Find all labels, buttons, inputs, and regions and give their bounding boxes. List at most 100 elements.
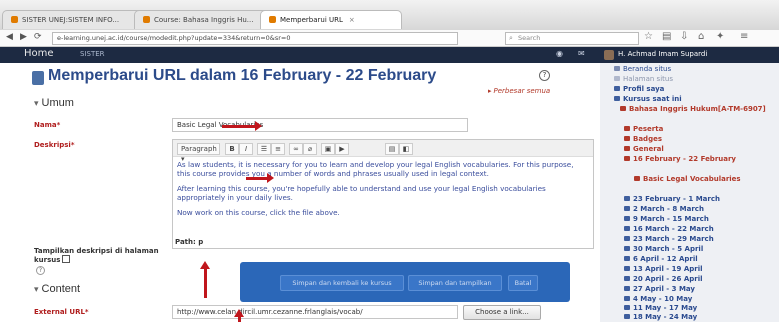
folder-icon: [624, 256, 630, 261]
expand-all-link[interactable]: ▸ Perbesar semua: [488, 87, 550, 95]
form-action-bar: Simpan dan kembali ke kursus Simpan dan …: [240, 262, 570, 302]
show-description-checkbox[interactable]: [62, 255, 71, 263]
folder-icon: [624, 126, 630, 131]
image-button[interactable]: ▣: [321, 143, 335, 155]
sidebar-item-participants[interactable]: Peserta: [624, 125, 663, 133]
folder-icon: [624, 246, 630, 251]
folder-icon: [624, 236, 630, 241]
section-content-toggle[interactable]: ▾ Content: [34, 283, 80, 295]
menu-icon[interactable]: ≡: [740, 31, 748, 42]
sidebar-item-week[interactable]: 20 April - 26 April: [624, 275, 703, 283]
file-button[interactable]: ▤: [385, 143, 399, 155]
star-icon[interactable]: ☆: [644, 31, 653, 42]
sidebar-item-week[interactable]: 16 March - 22 March: [624, 225, 714, 233]
sidebar-item-week[interactable]: 18 May - 24 May: [624, 313, 697, 321]
italic-button[interactable]: I: [239, 143, 253, 155]
download-icon[interactable]: ⇩: [680, 31, 688, 42]
external-url-label: External URL*: [34, 308, 89, 316]
annotation-arrow: [200, 261, 210, 298]
media-button[interactable]: ▶: [335, 143, 349, 155]
browser-tab-bar: SISTER UNEJ:SISTEM INFO... Course: Bahas…: [0, 0, 779, 30]
forward-icon[interactable]: ▶: [20, 32, 27, 42]
notification-icon[interactable]: ◉: [556, 49, 563, 58]
user-menu[interactable]: H. Achmad Imam Supardi: [618, 50, 707, 58]
sidebar-item-week[interactable]: 6 April - 12 April: [624, 255, 698, 263]
unlink-button[interactable]: ⌀: [303, 143, 317, 155]
sidebar-item-profile[interactable]: Profil saya: [614, 85, 664, 93]
sidebar-item-badges[interactable]: Badges: [624, 135, 662, 143]
sidebar-item-week[interactable]: 2 March - 8 March: [624, 205, 704, 213]
annotation-arrow: [222, 121, 262, 131]
close-tab-icon[interactable]: ×: [349, 16, 355, 24]
messages-icon[interactable]: ✉: [578, 49, 585, 58]
folder-icon: [614, 96, 620, 101]
bullet-list-button[interactable]: ☰: [257, 143, 271, 155]
description-label: Deskripsi*: [34, 141, 75, 149]
editor-toolbar: Paragraph ▾ B I ☰ ≡ ∞ ⌀ ▣ ▶ ▤ ◧: [173, 140, 593, 163]
paragraph-format-select[interactable]: Paragraph ▾: [177, 143, 220, 163]
show-description-label: Tampilkan deskripsi di halaman kursus: [34, 247, 159, 264]
sidebar-item-week[interactable]: 11 May - 17 May: [624, 304, 697, 312]
bookmarks-icon[interactable]: ▤: [662, 31, 671, 42]
save-display-button[interactable]: Simpan dan tampilkan: [408, 275, 502, 291]
avatar[interactable]: [604, 50, 614, 60]
editor-text-area[interactable]: As law students, it is necessary for you…: [177, 160, 587, 223]
sidebar-item-week[interactable]: 27 April - 3 May: [624, 285, 695, 293]
browser-search-input[interactable]: ⌕ Search: [505, 32, 639, 45]
name-label: Nama*: [34, 121, 61, 129]
sidebar-item-current-courses[interactable]: Kursus saat ini: [614, 95, 682, 103]
site-navbar: Home SISTER ◉ ✉ H. Achmad Imam Supardi: [0, 47, 779, 63]
html-button[interactable]: ◧: [399, 143, 413, 155]
folder-icon: [624, 314, 630, 319]
sidebar-item-week[interactable]: 23 March - 29 March: [624, 235, 714, 243]
folder-icon: [624, 136, 630, 141]
section-general-toggle[interactable]: ▾ Umum: [34, 97, 74, 109]
triangle-icon: ▸: [488, 87, 492, 95]
description-editor[interactable]: Paragraph ▾ B I ☰ ≡ ∞ ⌀ ▣ ▶ ▤ ◧ As law s…: [172, 139, 594, 249]
collapse-icon: ▾: [34, 284, 39, 294]
sidebar-item-course[interactable]: Bahasa Inggris Hukum[A-TM-6907]: [620, 105, 770, 114]
home-icon[interactable]: ⌂: [698, 31, 704, 42]
sidebar-item-week[interactable]: 9 March - 15 March: [624, 215, 709, 223]
choose-link-button[interactable]: Choose a link...: [463, 305, 541, 320]
help-icon[interactable]: ?: [36, 266, 45, 275]
favicon-icon: [11, 16, 18, 23]
back-icon[interactable]: ◀: [6, 32, 13, 42]
sidebar-item-general[interactable]: General: [624, 145, 664, 153]
sidebar-item-site-pages[interactable]: Halaman situs: [614, 75, 673, 83]
save-return-button[interactable]: Simpan dan kembali ke kursus: [280, 275, 404, 291]
folder-icon: [624, 296, 630, 301]
browser-tab[interactable]: Course: Bahasa Inggris Hu...: [134, 10, 272, 29]
paragraph: After learning this course, you're hopef…: [177, 184, 546, 202]
paragraph: As law students, it is necessary for you…: [177, 160, 574, 178]
page-title: Memperbarui URL dalam 16 February - 22 F…: [48, 67, 437, 84]
external-url-input[interactable]: http://www.celan.dircil.umr.cezanne.frla…: [172, 305, 458, 319]
bullet-icon: [614, 66, 620, 71]
browser-tab-active[interactable]: Memperbarui URL ×: [260, 10, 402, 29]
sidebar-item-active-url[interactable]: Basic Legal Vocabularies: [634, 175, 744, 184]
sidebar-item-week-current[interactable]: 16 February - 22 February: [624, 155, 764, 164]
name-input[interactable]: Basic Legal Vocabularies: [172, 118, 468, 132]
folder-icon: [624, 266, 630, 271]
sidebar-item-home[interactable]: Beranda situs: [614, 65, 671, 73]
url-input[interactable]: e-learning.unej.ac.id/course/modedit.php…: [52, 32, 458, 45]
browser-tab[interactable]: SISTER UNEJ:SISTEM INFO...: [2, 10, 146, 29]
link-button[interactable]: ∞: [289, 143, 303, 155]
sidebar-item-week[interactable]: 4 May - 10 May: [624, 295, 692, 303]
sidebar-item-week[interactable]: 30 March - 5 April: [624, 245, 703, 253]
numbered-list-button[interactable]: ≡: [271, 143, 285, 155]
search-icon: ⌕: [509, 34, 513, 42]
favicon-icon: [143, 16, 150, 23]
extension-icon[interactable]: ✦: [716, 31, 724, 42]
bold-button[interactable]: B: [225, 143, 239, 155]
help-icon[interactable]: ?: [539, 70, 550, 81]
reload-icon[interactable]: ⟳: [34, 32, 42, 42]
url-icon: [634, 176, 640, 181]
sister-link[interactable]: SISTER: [80, 50, 105, 58]
editor-path: Path: p: [175, 238, 204, 246]
sidebar-item-week[interactable]: 23 February - 1 March: [624, 195, 720, 203]
home-link[interactable]: Home: [24, 48, 54, 59]
required-icon: *: [70, 141, 75, 149]
cancel-button[interactable]: Batal: [508, 275, 538, 291]
sidebar-item-week[interactable]: 13 April - 19 April: [624, 265, 703, 273]
